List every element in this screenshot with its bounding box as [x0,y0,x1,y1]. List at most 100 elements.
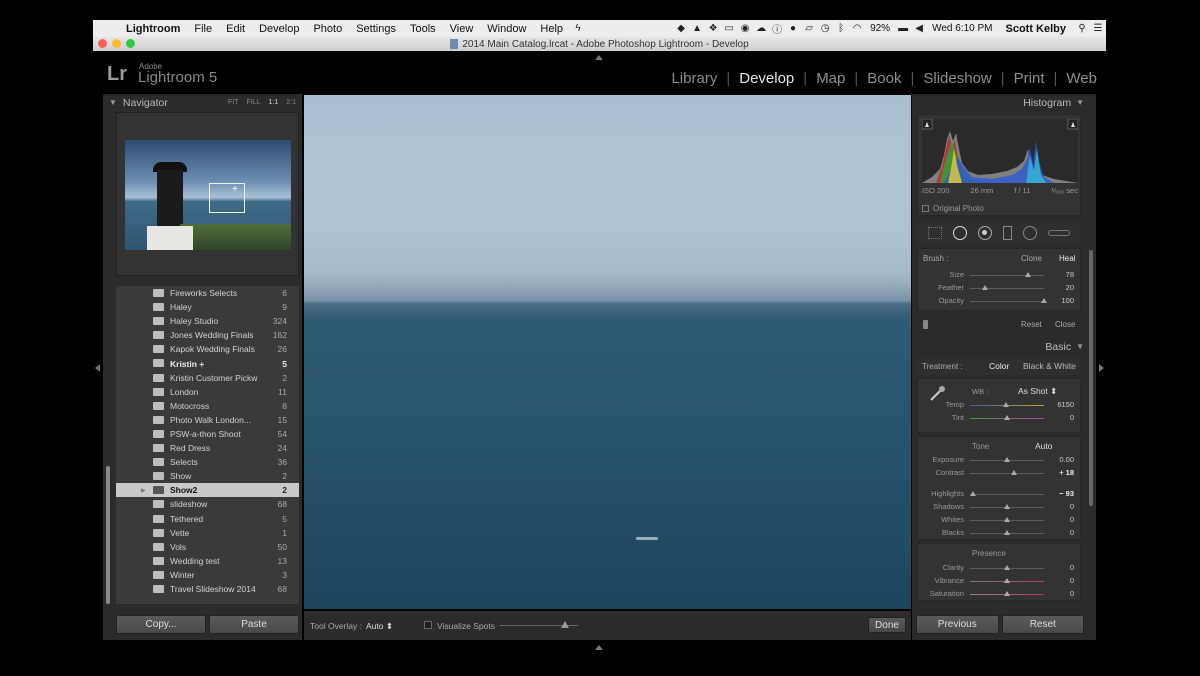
module-print[interactable]: Print [1005,70,1054,87]
folder-row[interactable]: Haley 9 [116,300,299,314]
folder-row[interactable]: London 11 [116,385,299,399]
navigator-header[interactable]: ▼ Navigator FIT FILL 1:1 2:1 [103,94,302,111]
menu-photo[interactable]: Photo [306,23,349,35]
folder-row[interactable]: Red Dress 24 [116,441,299,455]
time-machine-icon[interactable]: ◷ [817,23,833,34]
folder-row[interactable]: Wedding test 13 [116,554,299,568]
navigator-thumbnail[interactable] [125,140,291,250]
menu-edit[interactable]: Edit [219,23,252,35]
slider-thumb[interactable] [1002,402,1009,407]
dropbox-icon[interactable]: ❖ [705,23,721,34]
reset-button[interactable]: Reset [1001,615,1084,634]
visualize-spots-checkbox[interactable] [424,621,432,629]
module-develop[interactable]: Develop [730,70,803,87]
spot-removal-tool-icon[interactable] [953,226,968,240]
zoom-2-1[interactable]: 2:1 [286,99,296,106]
slider-track[interactable] [970,473,1044,474]
expand-triangle-icon[interactable]: ▶ [141,487,146,494]
cloud-icon[interactable]: ☁ [753,23,769,34]
adobe-icon[interactable]: ▲ [689,23,705,34]
collapse-triangle-icon[interactable]: ▼ [109,98,117,107]
navigator-zoom-rectangle[interactable] [209,183,245,213]
module-slideshow[interactable]: Slideshow [914,70,1000,87]
collapse-triangle-icon[interactable]: ▼ [1076,342,1084,351]
menu-view[interactable]: View [443,23,481,35]
slider-thumb[interactable] [1004,578,1010,583]
spot-close-button[interactable]: Close [1055,320,1075,329]
folder-row[interactable]: Vette 1 [116,526,299,540]
spot-reset-button[interactable]: Reset [1021,320,1042,329]
folder-row[interactable]: Photo Walk London... 15 [116,413,299,427]
zoom-fill[interactable]: FILL [247,99,261,106]
adjustment-brush-tool-icon[interactable] [1047,230,1070,236]
wb-select[interactable]: As Shot ⬍ [1018,386,1057,397]
histogram-header[interactable]: Histogram ▼ [912,94,1084,111]
copy-settings-button[interactable]: Copy... [116,615,206,634]
menu-help[interactable]: Help [533,23,570,35]
menu-tools[interactable]: Tools [403,23,443,35]
user-name[interactable]: Scott Kelby [997,23,1074,35]
panel-switch-icon[interactable] [923,320,928,329]
spotlight-search-icon[interactable]: ⚲ [1074,23,1090,34]
folder-row[interactable]: Show 2 [116,469,299,483]
slider-thumb[interactable] [1024,272,1031,277]
slider-thumb[interactable] [1004,565,1010,570]
module-library[interactable]: Library [662,70,726,87]
main-image-view[interactable] [304,95,911,609]
folder-row[interactable]: Tethered 5 [116,512,299,526]
slider-thumb[interactable] [969,491,976,496]
bluetooth-icon[interactable]: ᛒ [833,23,849,34]
evernote-icon[interactable]: ◆ [673,23,689,34]
volume-icon[interactable]: ◀ [911,23,927,34]
slider-thumb[interactable] [1041,298,1047,303]
right-panel-scrollbar[interactable] [1089,250,1093,506]
folder-row[interactable]: Fireworks Selects 6 [116,286,299,300]
menu-window[interactable]: Window [480,23,533,35]
slider-thumb[interactable] [1004,517,1010,522]
original-photo-toggle[interactable]: Original Photo [922,204,984,213]
previous-button[interactable]: Previous [916,615,999,634]
crop-overlay-tool-icon[interactable] [928,227,943,239]
zoom-window-button[interactable] [126,39,135,48]
show-filmstrip-arrow-icon[interactable] [595,645,603,650]
menu-develop[interactable]: Develop [252,23,306,35]
folder-row[interactable]: Kristin Customer Pickw 2 [116,371,299,385]
zoom-fit[interactable]: FIT [228,99,239,106]
slider-thumb[interactable] [1004,591,1010,596]
folder-row[interactable]: Jones Wedding Finals 162 [116,328,299,342]
left-panel-scrollbar[interactable] [106,466,110,604]
clone-mode-button[interactable]: Clone [1021,254,1042,263]
folder-row[interactable]: Kapok Wedding Finals 26 [116,342,299,356]
treatment-color-button[interactable]: Color [989,361,1009,371]
folder-row[interactable]: Motocross 8 [116,399,299,413]
menu-file[interactable]: File [187,23,219,35]
heal-mode-button[interactable]: Heal [1059,254,1075,263]
auto-tone-button[interactable]: Auto [1035,441,1053,451]
histogram-graph[interactable] [922,119,1078,183]
folder-row[interactable]: PSW-a-thon Shoot 54 [116,427,299,441]
folder-row[interactable]: Kristin + 5 [116,356,299,370]
done-button[interactable]: Done [868,617,906,633]
module-map[interactable]: Map [807,70,854,87]
minimize-window-button[interactable] [112,39,121,48]
toggle-left-panel-arrow-icon[interactable] [95,364,100,372]
graduated-filter-tool-icon[interactable] [1002,226,1012,240]
folder-row[interactable]: Vols 50 [116,540,299,554]
zoom-1-1[interactable]: 1:1 [269,99,279,106]
notification-list-icon[interactable]: ☰ [1090,23,1106,34]
original-photo-checkbox[interactable] [922,205,929,212]
display-icon[interactable]: ▭ [721,23,737,34]
slider-thumb[interactable] [1004,415,1010,420]
folder-row[interactable]: Selects 36 [116,455,299,469]
slider-track[interactable] [970,494,1044,495]
folder-row[interactable]: ▶ Show2 2 [116,483,299,498]
module-web[interactable]: Web [1057,70,1106,87]
paste-settings-button[interactable]: Paste [209,615,299,634]
close-window-button[interactable] [98,39,107,48]
slider-thumb[interactable] [1004,457,1010,462]
slider-thumb[interactable] [981,285,988,290]
folder-row[interactable]: Winter 3 [116,568,299,582]
folder-row[interactable]: slideshow 68 [116,497,299,511]
show-top-panel-arrow-icon[interactable] [595,55,603,60]
wifi-icon[interactable]: ◠ [849,23,865,34]
